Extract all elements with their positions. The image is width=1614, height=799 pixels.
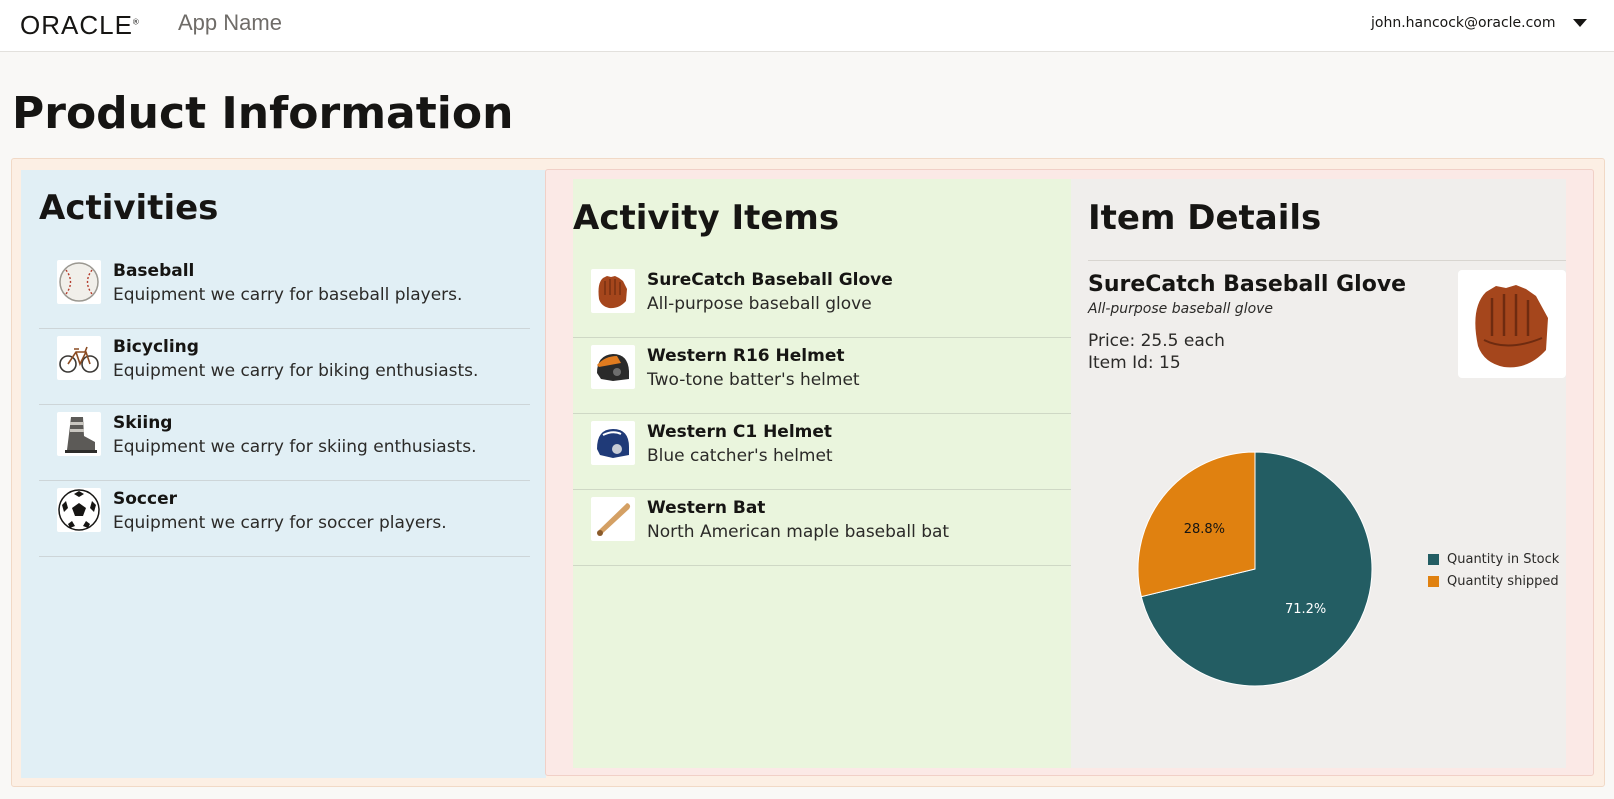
legend-swatch — [1428, 554, 1439, 565]
activity-item-bicycling[interactable]: Bicycling Equipment we carry for biking … — [39, 329, 530, 405]
baseball-icon — [57, 260, 101, 304]
activities-title: Activities — [39, 188, 219, 228]
item-description: Two-tone batter's helmet — [647, 370, 860, 390]
batting-helmet-icon — [591, 345, 635, 389]
item-name: SureCatch Baseball Glove — [647, 270, 893, 290]
item-row-western-bat[interactable]: Western Bat North American maple basebal… — [573, 490, 1071, 566]
oracle-logo[interactable]: ORACLE® — [20, 10, 140, 41]
chevron-down-icon[interactable] — [1573, 19, 1587, 27]
item-row-r16-helmet[interactable]: Western R16 Helmet Two-tone batter's hel… — [573, 338, 1071, 414]
item-name: Western R16 Helmet — [647, 346, 845, 366]
logo-text: ORACLE — [20, 10, 133, 40]
activity-name: Bicycling — [113, 337, 199, 357]
pie-data-label: 28.8% — [1184, 522, 1225, 537]
item-row-surecatch-glove[interactable]: SureCatch Baseball Glove All-purpose bas… — [573, 262, 1071, 338]
activity-items-title: Activity Items — [573, 198, 840, 238]
activity-item-soccer[interactable]: Soccer Equipment we carry for soccer pla… — [39, 481, 530, 557]
activity-description: Equipment we carry for skiing enthusiast… — [113, 437, 477, 457]
item-price: Price: 25.5 each — [1088, 331, 1225, 351]
activity-name: Soccer — [113, 489, 177, 509]
item-detail-description: All-purpose baseball glove — [1088, 301, 1274, 317]
activity-name: Skiing — [113, 413, 173, 433]
item-description: North American maple baseball bat — [647, 522, 950, 542]
pie-data-label: 71.2% — [1285, 602, 1326, 617]
app-name: App Name — [178, 10, 282, 35]
activity-item-baseball[interactable]: Baseball Equipment we carry for baseball… — [39, 253, 530, 329]
baseball-glove-icon — [1458, 270, 1566, 378]
baseball-bat-icon — [591, 497, 635, 541]
divider — [1088, 260, 1566, 261]
app-header: ORACLE® App Name john.hancock@oracle.com — [0, 0, 1614, 52]
activity-name: Baseball — [113, 261, 195, 281]
item-row-c1-helmet[interactable]: Western C1 Helmet Blue catcher's helmet — [573, 414, 1071, 490]
page-title: Product Information — [12, 88, 514, 139]
item-description: Blue catcher's helmet — [647, 446, 833, 466]
baseball-glove-icon — [591, 269, 635, 313]
item-name: Western Bat — [647, 498, 766, 518]
legend-swatch — [1428, 576, 1439, 587]
legend-label: Quantity shipped — [1447, 574, 1559, 589]
bicycle-icon — [57, 336, 101, 380]
ski-boot-icon — [57, 412, 101, 456]
legend-label: Quantity in Stock — [1447, 552, 1560, 567]
activity-description: Equipment we carry for baseball players. — [113, 285, 463, 305]
item-name: Western C1 Helmet — [647, 422, 833, 442]
item-details-title: Item Details — [1088, 198, 1322, 238]
activity-description: Equipment we carry for soccer players. — [113, 513, 447, 533]
item-description: All-purpose baseball glove — [647, 294, 872, 314]
item-id: Item Id: 15 — [1088, 353, 1181, 373]
catcher-helmet-icon — [591, 421, 635, 465]
item-detail-name: SureCatch Baseball Glove — [1088, 272, 1407, 297]
activity-item-skiing[interactable]: Skiing Equipment we carry for skiing ent… — [39, 405, 530, 481]
user-menu-button[interactable]: john.hancock@oracle.com — [1371, 15, 1556, 31]
activity-description: Equipment we carry for biking enthusiast… — [113, 361, 479, 381]
soccer-ball-icon — [57, 488, 101, 532]
